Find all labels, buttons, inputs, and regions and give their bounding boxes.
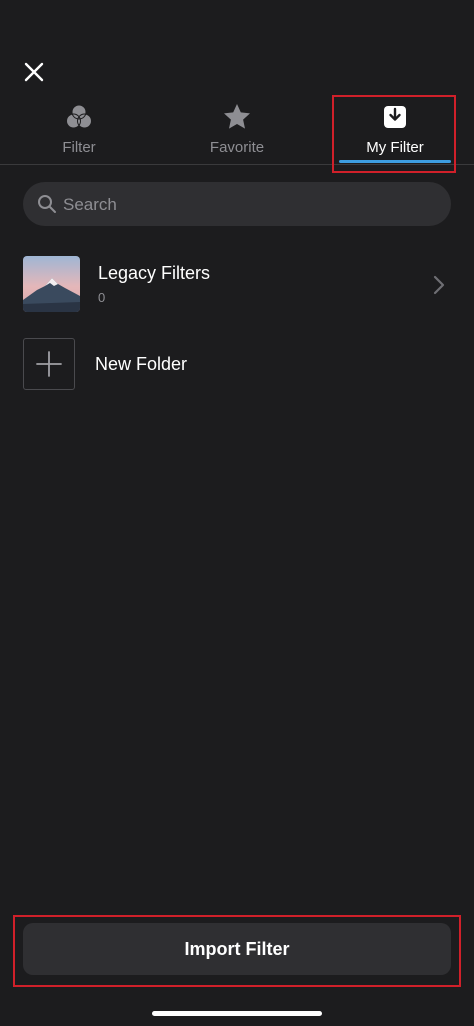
tab-my-filter[interactable]: My Filter	[316, 96, 474, 164]
close-icon	[24, 62, 44, 82]
folder-count: 0	[98, 290, 106, 305]
chevron-right-icon	[433, 275, 445, 295]
search-icon	[38, 195, 56, 213]
tab-favorite[interactable]: Favorite	[158, 96, 316, 164]
active-tab-indicator	[339, 160, 451, 163]
star-icon	[224, 104, 250, 129]
tab-my-filter-label: My Filter	[366, 139, 424, 156]
home-indicator	[152, 1011, 322, 1016]
plus-icon	[36, 351, 62, 377]
tab-bar: Filter Favorite My Filter	[0, 96, 474, 165]
search-bar[interactable]	[23, 182, 451, 228]
folder-row-legacy-filters[interactable]: Legacy Filters 0	[0, 252, 474, 316]
tab-favorite-label: Favorite	[209, 139, 265, 156]
add-folder-box	[23, 338, 75, 390]
import-tray-icon	[384, 106, 406, 128]
filter-circles-icon	[66, 104, 92, 129]
search-input[interactable]	[61, 182, 435, 228]
tab-filter-label: Filter	[62, 139, 96, 156]
new-folder-row[interactable]: New Folder	[0, 338, 474, 392]
import-filter-button[interactable]: Import Filter	[23, 923, 451, 975]
folder-name: Legacy Filters	[98, 263, 211, 283]
close-button[interactable]	[20, 58, 48, 86]
new-folder-label: New Folder	[95, 354, 188, 374]
tab-filter[interactable]: Filter	[0, 96, 158, 164]
mountain-thumbnail	[23, 256, 80, 312]
